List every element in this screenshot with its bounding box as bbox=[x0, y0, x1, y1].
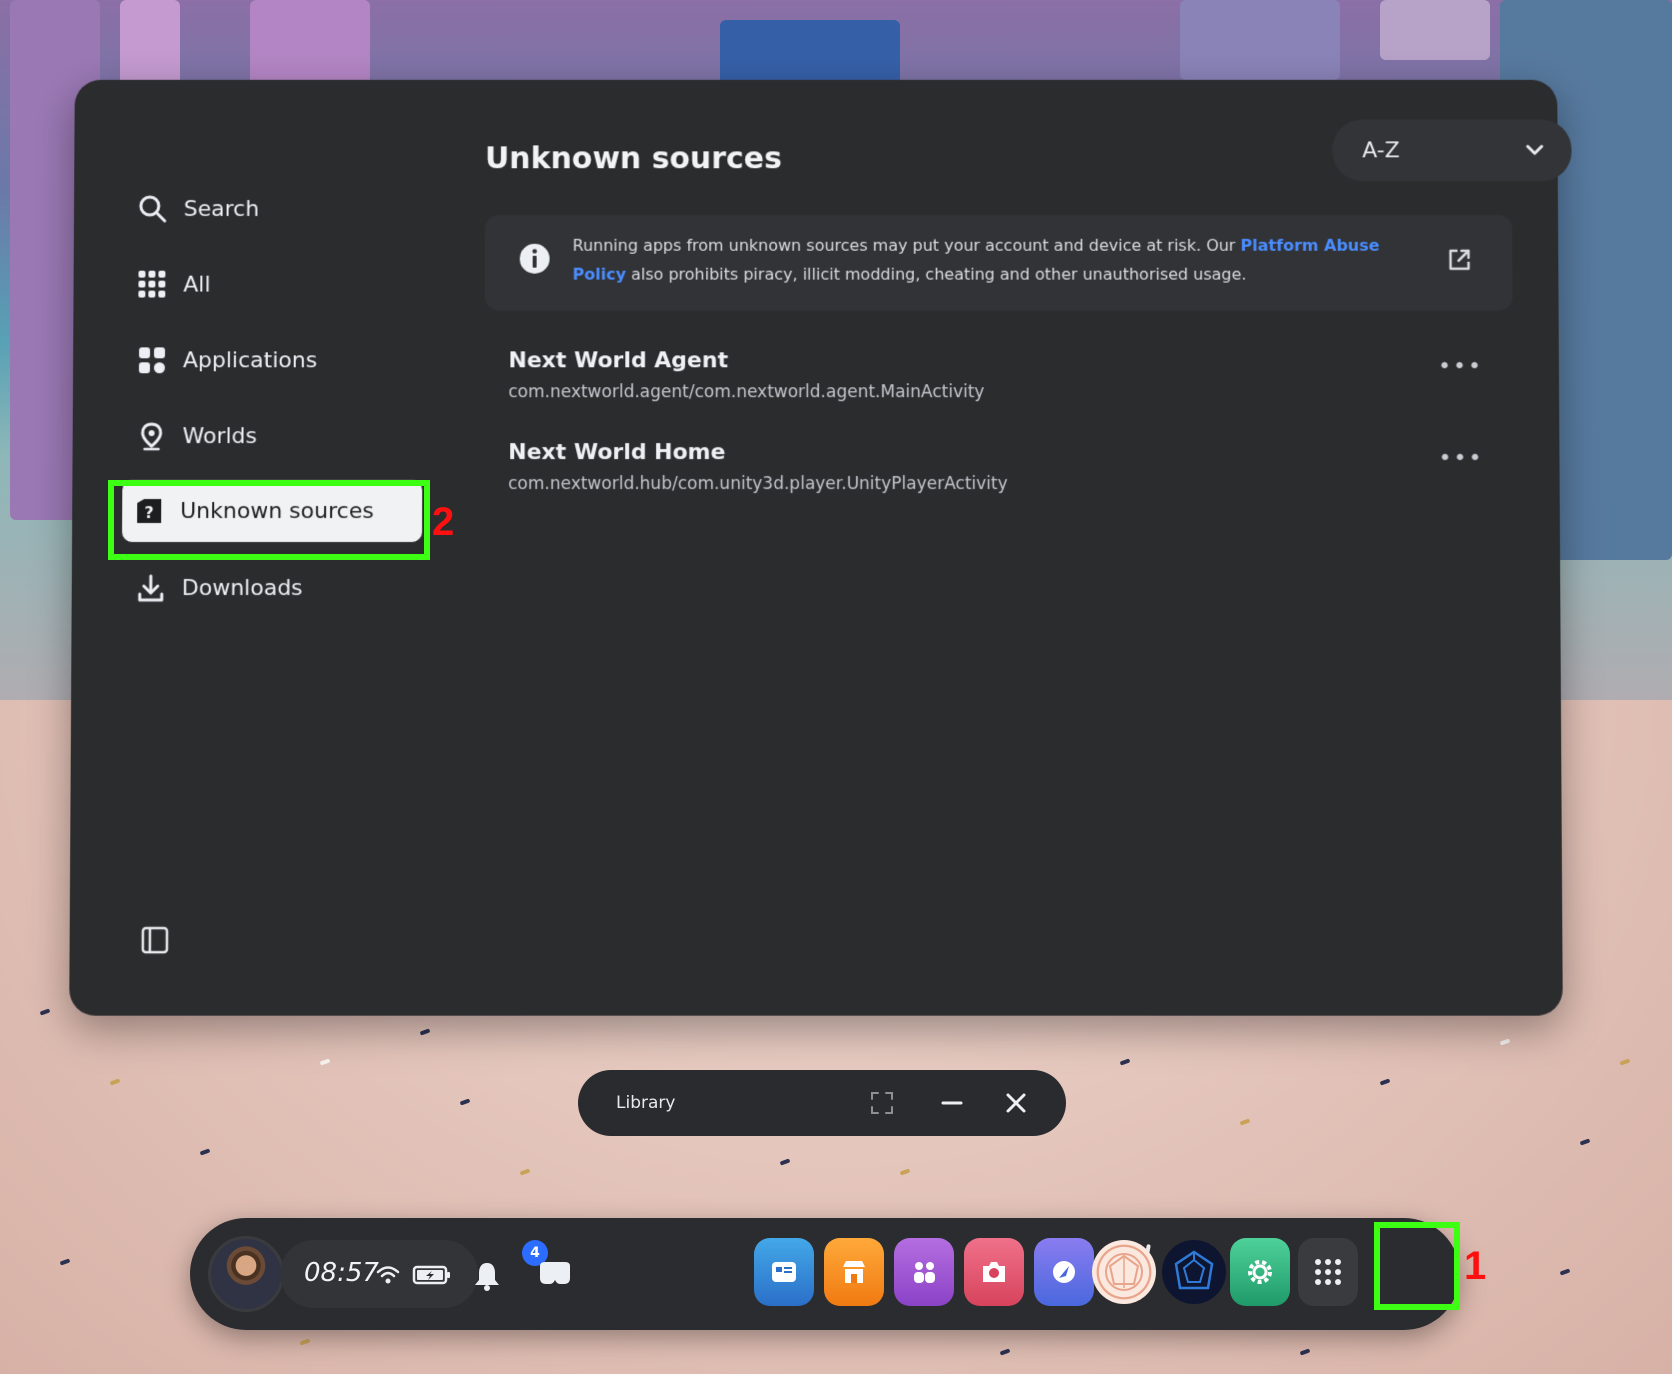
sidebar-item-label: Downloads bbox=[181, 575, 303, 601]
sidebar-item-label: Worlds bbox=[182, 423, 258, 449]
wifi-icon bbox=[376, 1266, 400, 1284]
question-square-icon: ? bbox=[137, 499, 162, 524]
collapse-sidebar-icon[interactable] bbox=[140, 925, 170, 955]
more-options-button[interactable]: ••• bbox=[1438, 354, 1483, 379]
minimize-icon[interactable] bbox=[938, 1089, 966, 1117]
clock: 08:57 bbox=[304, 1258, 379, 1288]
app-name: Next World Home bbox=[508, 440, 726, 466]
window-control-bar: Library bbox=[578, 1070, 1066, 1136]
browser-app-icon[interactable] bbox=[1034, 1238, 1094, 1306]
sidebar-item-worlds[interactable]: Worlds bbox=[124, 406, 424, 466]
store-app-icon[interactable] bbox=[824, 1238, 884, 1306]
applications-icon bbox=[139, 347, 166, 374]
more-options-button[interactable]: ••• bbox=[1439, 446, 1484, 471]
chevron-down-icon bbox=[1524, 139, 1546, 161]
grid-icon bbox=[138, 271, 166, 299]
sidebar-item-search[interactable]: Search bbox=[126, 179, 425, 239]
app-package: com.nextworld.hub/com.unity3d.player.Uni… bbox=[508, 474, 1008, 495]
window-title: Library bbox=[616, 1093, 676, 1113]
warning-text-part: Running apps from unknown sources may pu… bbox=[572, 235, 1241, 255]
warning-text: Running apps from unknown sources may pu… bbox=[573, 231, 1411, 289]
app-list-item[interactable]: Next World Home com.nextworld.hub/com.un… bbox=[484, 432, 1514, 512]
external-link-icon[interactable] bbox=[1446, 247, 1472, 273]
sidebar-item-applications[interactable]: Applications bbox=[125, 330, 425, 390]
app-package: com.nextworld.agent/com.nextworld.agent.… bbox=[508, 382, 985, 403]
annotation-number: 1 bbox=[1464, 1244, 1487, 1288]
sidebar-item-label: Search bbox=[183, 196, 260, 222]
sort-dropdown[interactable]: A-Z bbox=[1332, 119, 1572, 182]
app-library-button[interactable] bbox=[1298, 1238, 1358, 1306]
search-icon bbox=[139, 196, 167, 223]
notifications-bell-icon[interactable] bbox=[472, 1260, 502, 1292]
background-tower bbox=[1380, 0, 1490, 60]
grid-icon bbox=[1315, 1259, 1341, 1285]
library-panel: Search All Applications Worlds ? Unknown… bbox=[69, 79, 1572, 1016]
battery-charging-icon bbox=[412, 1265, 450, 1285]
orbit-app-icon[interactable] bbox=[1092, 1240, 1156, 1304]
info-icon bbox=[519, 243, 550, 274]
sidebar-item-label: All bbox=[183, 272, 211, 298]
headset-icon[interactable] bbox=[536, 1260, 574, 1288]
app-list-item[interactable]: Next World Agent com.nextworld.agent/com… bbox=[484, 340, 1513, 420]
settings-app-icon[interactable] bbox=[1230, 1238, 1290, 1306]
background-tower bbox=[1180, 0, 1340, 80]
location-pin-icon bbox=[141, 423, 163, 451]
network-app-icon[interactable] bbox=[1162, 1240, 1226, 1304]
universal-menu-bar: 08:57 4 bbox=[190, 1218, 1460, 1330]
sidebar-item-all[interactable]: All bbox=[125, 255, 425, 315]
download-icon bbox=[138, 574, 164, 602]
annotation-number: 2 bbox=[432, 500, 455, 544]
sidebar-item-label: Unknown sources bbox=[180, 498, 374, 524]
warning-text-part: also prohibits piracy, illicit modding, … bbox=[626, 264, 1247, 284]
sidebar-item-unknown-sources[interactable]: ? Unknown sources bbox=[122, 480, 423, 543]
expand-icon[interactable] bbox=[868, 1089, 896, 1117]
unknown-sources-warning: Running apps from unknown sources may pu… bbox=[484, 214, 1513, 311]
camera-app-icon[interactable] bbox=[964, 1238, 1024, 1306]
svg-text:?: ? bbox=[144, 503, 153, 522]
sidebar-item-downloads[interactable]: Downloads bbox=[124, 558, 424, 618]
app-name: Next World Agent bbox=[508, 348, 729, 374]
people-app-icon[interactable] bbox=[894, 1238, 954, 1306]
close-icon[interactable] bbox=[1002, 1089, 1030, 1117]
sidebar-item-label: Applications bbox=[182, 347, 318, 373]
page-title: Unknown sources bbox=[484, 141, 782, 177]
avatar[interactable] bbox=[208, 1236, 284, 1312]
sort-value: A-Z bbox=[1362, 137, 1400, 163]
store-listing-app-icon[interactable] bbox=[754, 1238, 814, 1306]
